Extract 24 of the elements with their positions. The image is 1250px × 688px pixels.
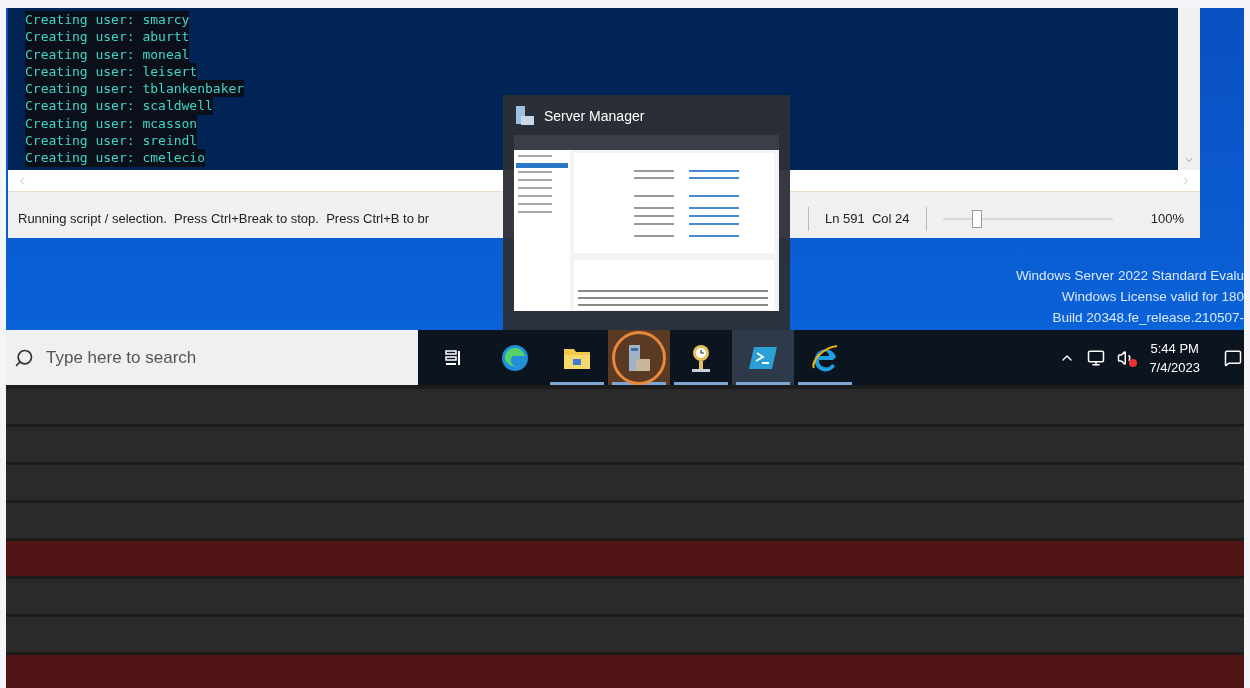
preview-title: Server Manager: [544, 106, 645, 126]
server-icon: [514, 105, 536, 127]
zoom-reading: 100%: [1150, 210, 1184, 229]
search-icon: [14, 347, 34, 368]
notifications-icon[interactable]: [1224, 348, 1242, 367]
network-icon[interactable]: [1087, 348, 1106, 367]
task-view-icon: [444, 348, 462, 367]
cursor-position: Ln 591 Col 24: [824, 210, 911, 229]
search-field[interactable]: Type here to search: [6, 330, 418, 385]
status-message: Running script / selection. Press Ctrl+Break to stop. Press Ctrl+B to br: [18, 210, 431, 229]
browser-e-icon: [811, 342, 839, 373]
muted-speaker-icon[interactable]: [1117, 348, 1138, 367]
clock-time[interactable]: 5:44 PM: [1150, 338, 1199, 358]
zoom-slider[interactable]: [942, 210, 1113, 228]
window-preview-tooltip[interactable]: Server Manager: [503, 95, 790, 330]
terminal-icon: [748, 344, 778, 371]
search-placeholder: Type here to search: [46, 346, 197, 369]
browser-icon: [500, 342, 530, 373]
clock-date[interactable]: 7/4/2023: [1149, 357, 1200, 377]
license-text: Windows Server 2022 Standard Evalu: [1015, 267, 1244, 285]
zoom-thumb[interactable]: [971, 210, 982, 228]
license-text: Windows License valid for 180: [1061, 288, 1244, 306]
license-text: Build 20348.fe_release.210507-: [1052, 309, 1244, 327]
server-icon: [626, 342, 652, 373]
